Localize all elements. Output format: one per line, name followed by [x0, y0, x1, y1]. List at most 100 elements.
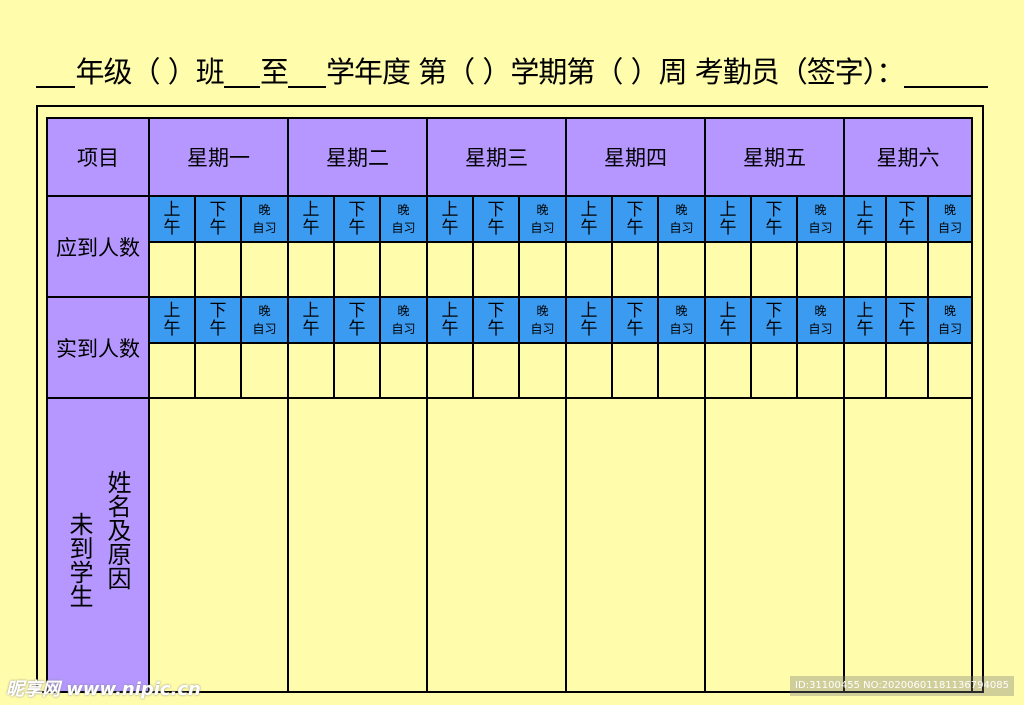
count-cell	[704, 342, 752, 399]
period-top: 下	[209, 200, 227, 220]
period-bottom: 自习	[530, 221, 555, 235]
period-bottom: 午	[765, 319, 783, 339]
period-header: 晚自习	[796, 195, 845, 243]
count-cell	[843, 342, 887, 399]
period-header: 下午	[611, 195, 659, 243]
period-bottom: 午	[765, 218, 783, 238]
count-cell	[657, 241, 706, 298]
period-top: 晚	[814, 304, 827, 318]
period-top: 晚	[943, 203, 956, 217]
count-cell	[565, 342, 613, 399]
count-cell	[194, 342, 242, 399]
period-bottom: 午	[163, 319, 181, 339]
count-cell	[426, 342, 474, 399]
signature-blank	[904, 50, 988, 88]
period-header: 晚自习	[240, 296, 289, 344]
period-header: 晚自习	[927, 195, 973, 243]
absent-label-wrap: 姓名及原因 未到学生	[48, 470, 148, 608]
period-top: 晚	[536, 203, 549, 217]
period-header: 晚自习	[379, 296, 428, 344]
attendance-table: 项目 星期一 星期二 星期三 星期四 星期五 星期六 应到人数上午下午晚自习上午下午晚自习上午…	[46, 117, 973, 693]
period-header: 晚自习	[927, 296, 973, 344]
period-top: 下	[898, 200, 916, 220]
period-top: 下	[348, 301, 366, 321]
period-header: 上午	[287, 296, 335, 344]
count-cell	[333, 342, 381, 399]
period-top: 上	[580, 200, 598, 220]
period-top: 下	[626, 200, 644, 220]
count-cell	[333, 241, 381, 298]
period-bottom: 自习	[669, 221, 694, 235]
count-cell	[379, 241, 428, 298]
count-cell	[927, 342, 973, 399]
period-header: 晚自习	[240, 195, 289, 243]
period-top: 晚	[814, 203, 827, 217]
period-header: 上午	[565, 296, 613, 344]
count-cell	[927, 241, 973, 298]
form-title: 年级（ ）班 至 学年度 第（ ）学期第（ ）周 考勤员（签字）：	[36, 36, 988, 92]
count-cell	[843, 241, 887, 298]
period-bottom: 午	[626, 319, 644, 339]
day-header: 星期四	[565, 117, 706, 197]
period-header: 下午	[194, 195, 242, 243]
count-cell	[194, 241, 242, 298]
actual-count-label: 实到人数	[46, 296, 150, 399]
count-cell	[796, 241, 845, 298]
period-bottom: 自习	[252, 322, 277, 336]
period-bottom: 午	[719, 319, 737, 339]
count-cell	[704, 241, 752, 298]
corner-label: 项目	[46, 117, 150, 197]
count-cell	[750, 241, 798, 298]
period-header: 下午	[472, 195, 520, 243]
period-top: 上	[163, 200, 181, 220]
count-cell	[611, 342, 659, 399]
period-bottom: 午	[209, 218, 227, 238]
count-cell	[796, 342, 845, 399]
period-top: 下	[765, 200, 783, 220]
count-cell	[240, 342, 289, 399]
period-top: 晚	[258, 203, 271, 217]
period-header: 下午	[750, 296, 798, 344]
period-bottom: 午	[441, 319, 459, 339]
period-top: 上	[856, 200, 874, 220]
title-part-3: 学年度 第（ ）学期第（ ）周 考勤员（签字）：	[325, 55, 905, 89]
period-top: 下	[765, 301, 783, 321]
period-top: 下	[487, 200, 505, 220]
period-bottom: 午	[441, 218, 459, 238]
period-header: 下午	[885, 195, 929, 243]
period-top: 下	[626, 301, 644, 321]
period-bottom: 午	[487, 218, 505, 238]
watermark-right: ID:31100455 NO:20200601181136794085	[790, 676, 1014, 696]
period-top: 上	[163, 301, 181, 321]
period-bottom: 午	[898, 218, 916, 238]
absent-notes-cell	[426, 397, 567, 693]
period-top: 下	[898, 301, 916, 321]
period-header: 上午	[426, 195, 474, 243]
period-top: 上	[719, 200, 737, 220]
period-header: 下午	[472, 296, 520, 344]
day-header: 星期三	[426, 117, 567, 197]
absent-notes-cell	[148, 397, 289, 693]
period-bottom: 午	[856, 319, 874, 339]
period-bottom: 午	[302, 218, 320, 238]
count-cell	[885, 342, 929, 399]
period-header: 上午	[426, 296, 474, 344]
count-cell	[611, 241, 659, 298]
title-part-2: 至	[260, 55, 289, 89]
count-cell	[885, 241, 929, 298]
period-header: 上午	[148, 195, 196, 243]
period-bottom: 自习	[937, 322, 962, 336]
count-cell	[565, 241, 613, 298]
period-bottom: 午	[348, 218, 366, 238]
period-header: 下午	[611, 296, 659, 344]
period-top: 晚	[397, 304, 410, 318]
period-header: 下午	[194, 296, 242, 344]
count-cell	[472, 241, 520, 298]
period-top: 晚	[258, 304, 271, 318]
count-cell	[379, 342, 428, 399]
period-top: 下	[209, 301, 227, 321]
period-bottom: 午	[719, 218, 737, 238]
period-top: 上	[719, 301, 737, 321]
absent-notes-cell	[704, 397, 845, 693]
watermark-left: 昵享网 www.nipic.cn	[6, 679, 201, 700]
